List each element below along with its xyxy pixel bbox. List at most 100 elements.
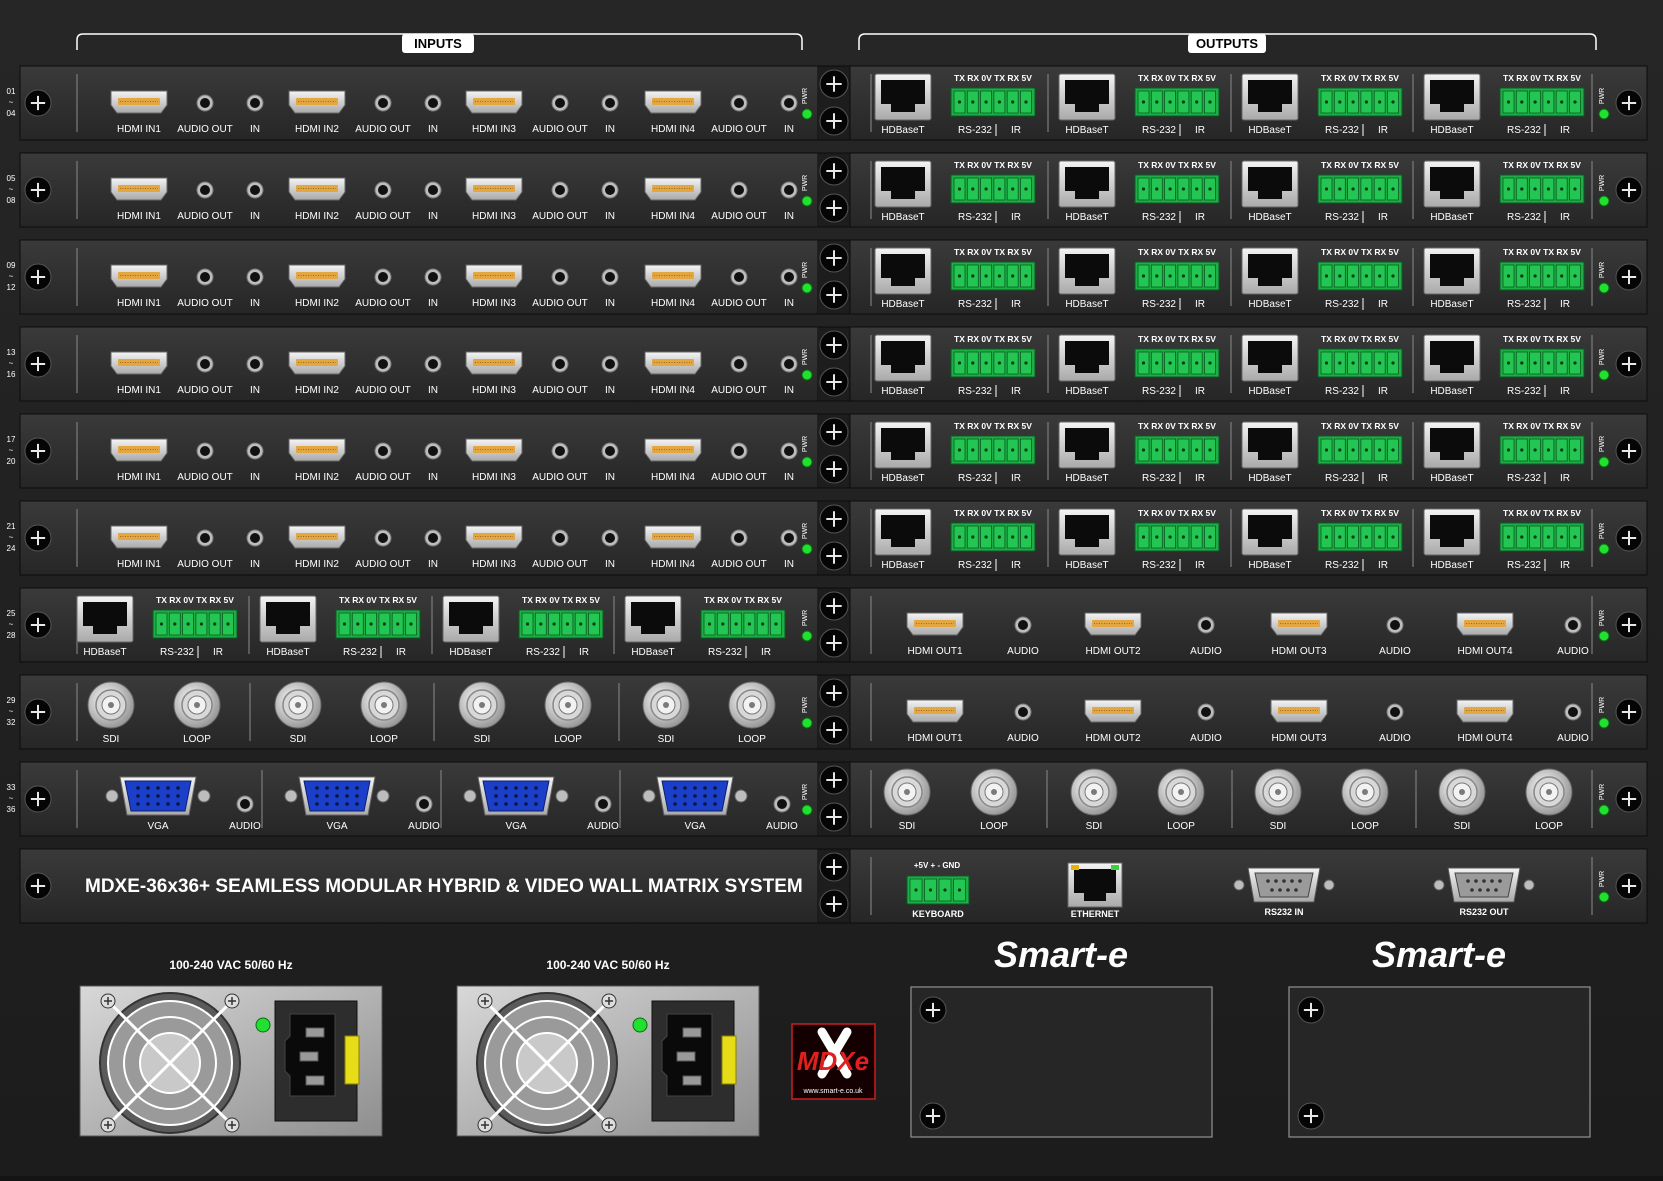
- rs232-ir-terminal[interactable]: [518, 609, 604, 639]
- hdbaset-port[interactable]: [624, 595, 682, 643]
- sdi-bnc-port[interactable]: [1341, 768, 1389, 816]
- audio-jack[interactable]: [374, 355, 392, 373]
- audio-jack[interactable]: [1386, 616, 1404, 634]
- hdbaset-port[interactable]: [1058, 334, 1116, 382]
- hdmi-port[interactable]: [644, 438, 702, 462]
- audio-jack[interactable]: [730, 442, 748, 460]
- hdmi-port[interactable]: [465, 177, 523, 201]
- hdbaset-port[interactable]: [1423, 508, 1481, 556]
- sdi-bnc-port[interactable]: [642, 681, 690, 729]
- rs232-ir-terminal[interactable]: [1317, 87, 1403, 117]
- hdmi-port[interactable]: [1270, 699, 1328, 723]
- hdbaset-port[interactable]: [1058, 247, 1116, 295]
- audio-jack[interactable]: [601, 355, 619, 373]
- audio-jack[interactable]: [780, 529, 798, 547]
- audio-jack[interactable]: [374, 268, 392, 286]
- hdbaset-port[interactable]: [1241, 334, 1299, 382]
- audio-jack[interactable]: [415, 795, 433, 813]
- hdmi-port[interactable]: [644, 264, 702, 288]
- audio-jack[interactable]: [1564, 703, 1582, 721]
- audio-jack[interactable]: [246, 529, 264, 547]
- audio-jack[interactable]: [374, 442, 392, 460]
- rs232-ir-terminal[interactable]: [1134, 348, 1220, 378]
- hdmi-port[interactable]: [465, 525, 523, 549]
- audio-jack[interactable]: [780, 268, 798, 286]
- hdbaset-port[interactable]: [1058, 73, 1116, 121]
- hdmi-port[interactable]: [110, 438, 168, 462]
- sdi-bnc-port[interactable]: [544, 681, 592, 729]
- audio-jack[interactable]: [1564, 616, 1582, 634]
- audio-jack[interactable]: [1197, 616, 1215, 634]
- audio-jack[interactable]: [551, 442, 569, 460]
- rs232-ir-terminal[interactable]: [1499, 261, 1585, 291]
- audio-jack[interactable]: [551, 268, 569, 286]
- rs232-ir-terminal[interactable]: [700, 609, 786, 639]
- rs232-ir-terminal[interactable]: [1317, 522, 1403, 552]
- sdi-bnc-port[interactable]: [1254, 768, 1302, 816]
- hdbaset-port[interactable]: [1241, 508, 1299, 556]
- hdbaset-port[interactable]: [1241, 247, 1299, 295]
- sdi-bnc-port[interactable]: [274, 681, 322, 729]
- hdmi-port[interactable]: [110, 525, 168, 549]
- rs232-ir-terminal[interactable]: [1134, 87, 1220, 117]
- hdmi-port[interactable]: [110, 177, 168, 201]
- hdmi-port[interactable]: [465, 264, 523, 288]
- audio-jack[interactable]: [424, 529, 442, 547]
- hdmi-port[interactable]: [465, 351, 523, 375]
- audio-jack[interactable]: [246, 94, 264, 112]
- rs232-ir-terminal[interactable]: [1499, 435, 1585, 465]
- rs232-ir-terminal[interactable]: [1499, 87, 1585, 117]
- hdmi-port[interactable]: [1270, 612, 1328, 636]
- hdmi-port[interactable]: [288, 525, 346, 549]
- audio-jack[interactable]: [551, 529, 569, 547]
- audio-jack[interactable]: [601, 268, 619, 286]
- hdmi-port[interactable]: [288, 438, 346, 462]
- rs232-ir-terminal[interactable]: [950, 435, 1036, 465]
- power-switch[interactable]: [721, 1035, 737, 1085]
- sdi-bnc-port[interactable]: [1438, 768, 1486, 816]
- sdi-bnc-port[interactable]: [1525, 768, 1573, 816]
- audio-jack[interactable]: [424, 442, 442, 460]
- rs232-ir-terminal[interactable]: [950, 87, 1036, 117]
- rs232-ir-terminal[interactable]: [1317, 348, 1403, 378]
- sdi-bnc-port[interactable]: [173, 681, 221, 729]
- rs232-ir-terminal[interactable]: [335, 609, 421, 639]
- audio-jack[interactable]: [1197, 703, 1215, 721]
- hdbaset-port[interactable]: [874, 508, 932, 556]
- hdbaset-port[interactable]: [1058, 421, 1116, 469]
- audio-jack[interactable]: [780, 181, 798, 199]
- audio-jack[interactable]: [773, 795, 791, 813]
- hdbaset-port[interactable]: [1423, 247, 1481, 295]
- audio-jack[interactable]: [196, 268, 214, 286]
- sdi-bnc-port[interactable]: [360, 681, 408, 729]
- hdmi-port[interactable]: [1456, 699, 1514, 723]
- hdmi-port[interactable]: [288, 351, 346, 375]
- sdi-bnc-port[interactable]: [970, 768, 1018, 816]
- audio-jack[interactable]: [196, 181, 214, 199]
- audio-jack[interactable]: [601, 442, 619, 460]
- hdbaset-port[interactable]: [874, 247, 932, 295]
- rs232-ir-terminal[interactable]: [1499, 348, 1585, 378]
- audio-jack[interactable]: [246, 181, 264, 199]
- audio-jack[interactable]: [374, 529, 392, 547]
- rs232-ir-terminal[interactable]: [950, 522, 1036, 552]
- rs232-ir-terminal[interactable]: [1317, 174, 1403, 204]
- audio-jack[interactable]: [780, 94, 798, 112]
- audio-jack[interactable]: [424, 181, 442, 199]
- audio-jack[interactable]: [1014, 703, 1032, 721]
- rs232-ir-terminal[interactable]: [1317, 261, 1403, 291]
- rs232-ir-terminal[interactable]: [1134, 435, 1220, 465]
- audio-jack[interactable]: [374, 181, 392, 199]
- hdbaset-port[interactable]: [1241, 160, 1299, 208]
- audio-jack[interactable]: [246, 442, 264, 460]
- power-switch[interactable]: [344, 1035, 360, 1085]
- audio-jack[interactable]: [730, 529, 748, 547]
- hdbaset-port[interactable]: [442, 595, 500, 643]
- audio-jack[interactable]: [780, 355, 798, 373]
- audio-jack[interactable]: [601, 94, 619, 112]
- rs232-ir-terminal[interactable]: [950, 261, 1036, 291]
- hdmi-port[interactable]: [110, 90, 168, 114]
- ethernet-port[interactable]: [1067, 862, 1123, 908]
- hdbaset-port[interactable]: [1241, 73, 1299, 121]
- rs232-ir-terminal[interactable]: [1317, 435, 1403, 465]
